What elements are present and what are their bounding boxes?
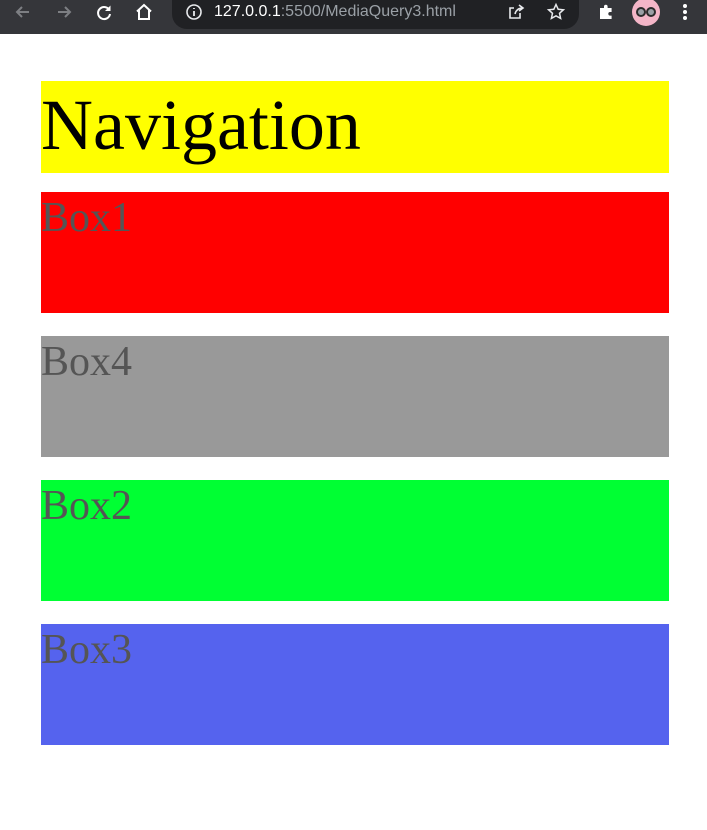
forward-arrow-icon[interactable] [52, 0, 76, 24]
home-icon[interactable] [132, 0, 156, 24]
box1-label: Box1 [41, 195, 133, 241]
info-icon[interactable] [182, 0, 206, 24]
navigation-label: Navigation [41, 85, 361, 165]
profile-avatar[interactable] [632, 0, 660, 26]
url-host: 127.0.0.1 [214, 3, 281, 20]
box1-block: Box1 [41, 192, 669, 313]
navigation-block: Navigation [41, 81, 669, 173]
box3-label: Box3 [41, 627, 133, 673]
box4-block: Box4 [41, 336, 669, 457]
url-text: 127.0.0.1:5500/MediaQuery3.html [214, 3, 456, 21]
address-bar[interactable]: 127.0.0.1:5500/MediaQuery3.html [172, 0, 579, 29]
extensions-icon[interactable] [594, 0, 618, 24]
box2-label: Box2 [41, 483, 133, 529]
box3-block: Box3 [41, 624, 669, 745]
browser-toolbar: 127.0.0.1:5500/MediaQuery3.html [0, 0, 707, 34]
reload-icon[interactable] [92, 0, 116, 24]
box2-block: Box2 [41, 480, 669, 601]
menu-icon[interactable] [673, 0, 697, 24]
url-path: :5500/MediaQuery3.html [280, 3, 456, 20]
box4-label: Box4 [41, 339, 133, 385]
share-icon[interactable] [504, 0, 528, 24]
back-arrow-icon[interactable] [11, 0, 35, 24]
star-icon[interactable] [544, 0, 568, 24]
